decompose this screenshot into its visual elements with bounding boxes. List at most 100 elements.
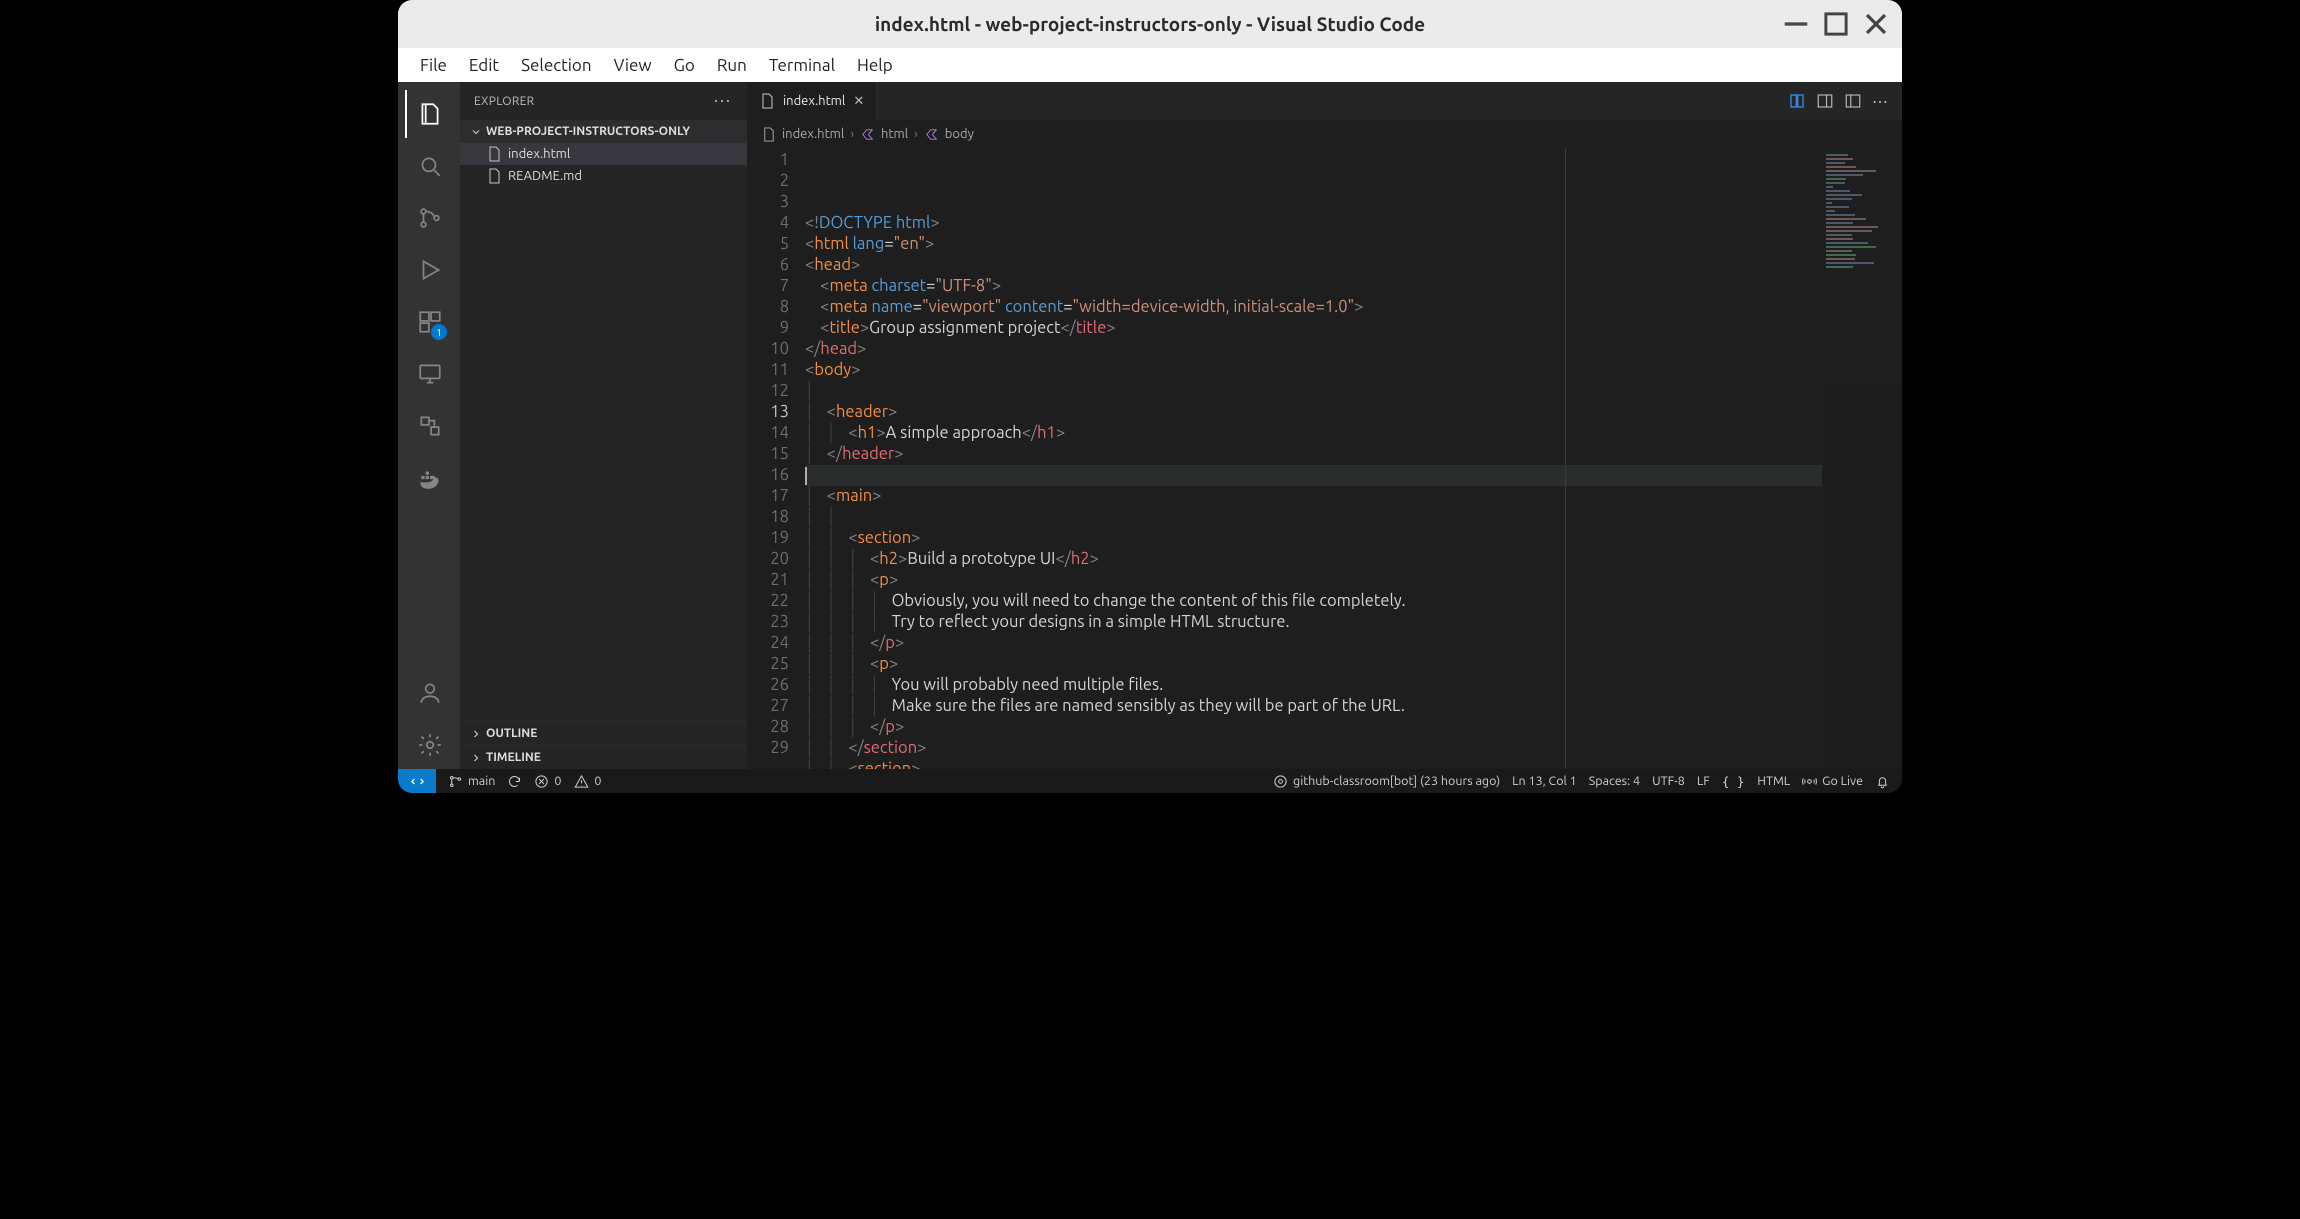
code-line-25[interactable]: │ │ │ </p> (805, 717, 1822, 738)
code-line-6[interactable]: <title>Group assignment project</title> (805, 318, 1822, 339)
close-button[interactable] (1858, 10, 1894, 38)
remote-explorer-icon[interactable] (405, 350, 453, 398)
accounts-icon[interactable] (405, 669, 453, 717)
breadcrumb-part[interactable]: body (945, 127, 974, 141)
tab-close-icon[interactable]: ✕ (853, 94, 864, 109)
menu-help[interactable]: Help (847, 52, 903, 79)
language-mode[interactable]: { } HTML (1722, 774, 1790, 789)
code-line-8[interactable]: <body> (805, 360, 1822, 381)
code-line-15[interactable]: │ │ (805, 507, 1822, 528)
line-gutter: 1234567891011121314151617181920212223242… (747, 148, 805, 769)
menu-run[interactable]: Run (707, 52, 757, 79)
code-line-24[interactable]: │ │ │ │ Make sure the files are named se… (805, 696, 1822, 717)
code-line-21[interactable]: │ │ │ </p> (805, 633, 1822, 654)
minimize-button[interactable] (1778, 10, 1814, 38)
file-icon (761, 127, 776, 142)
timeline-label: TIMELINE (486, 751, 541, 764)
code-line-9[interactable]: │ (805, 381, 1822, 402)
file-icon (486, 146, 502, 162)
code-line-22[interactable]: │ │ │ <p> (805, 654, 1822, 675)
code-line-4[interactable]: <meta charset="UTF-8"> (805, 276, 1822, 297)
code-line-2[interactable]: <html lang="en"> (805, 234, 1822, 255)
code-line-13[interactable] (805, 465, 1822, 486)
code-line-16[interactable]: │ │ <section> (805, 528, 1822, 549)
git-blame[interactable]: github-classroom[bot] (23 hours ago) (1273, 774, 1500, 789)
file-name: index.html (508, 147, 570, 161)
sidebar-more-icon[interactable]: ⋯ (713, 91, 733, 112)
symbol-icon (924, 127, 939, 142)
code-line-12[interactable]: │ </header> (805, 444, 1822, 465)
file-icon (486, 168, 502, 184)
menu-view[interactable]: View (604, 52, 662, 79)
code-line-18[interactable]: │ │ │ <p> (805, 570, 1822, 591)
code-line-26[interactable]: │ │ </section> (805, 738, 1822, 759)
settings-icon[interactable] (405, 721, 453, 769)
code-line-19[interactable]: │ │ │ │ Obviously, you will need to chan… (805, 591, 1822, 612)
indentation[interactable]: Spaces: 4 (1589, 774, 1640, 788)
compare-icon[interactable] (1788, 92, 1806, 110)
code-line-11[interactable]: │ │ <h1>A simple approach</h1> (805, 423, 1822, 444)
breadcrumb-part[interactable]: index.html (782, 127, 844, 141)
vscode-window: index.html - web-project-instructors-onl… (398, 0, 1902, 793)
go-live-label: Go Live (1822, 774, 1863, 788)
extensions-badge: 1 (431, 324, 447, 340)
code-line-23[interactable]: │ │ │ │ You will probably need multiple … (805, 675, 1822, 696)
code-line-14[interactable]: │ <main> (805, 486, 1822, 507)
timeline-section[interactable]: TIMELINE (460, 745, 747, 769)
file-README-md[interactable]: README.md (460, 165, 747, 187)
code-line-10[interactable]: │ <header> (805, 402, 1822, 423)
code-line-7[interactable]: </head> (805, 339, 1822, 360)
problems[interactable]: 0 0 (534, 774, 601, 789)
eol[interactable]: LF (1697, 774, 1710, 788)
minimap[interactable] (1822, 148, 1902, 769)
run-debug-icon[interactable] (405, 246, 453, 294)
code-line-20[interactable]: │ │ │ │ Try to reflect your designs in a… (805, 612, 1822, 633)
source-control-icon[interactable] (405, 194, 453, 242)
editor-ruler (1565, 148, 1566, 769)
docker-icon[interactable] (405, 454, 453, 502)
remote-button[interactable] (398, 769, 436, 793)
code-line-1[interactable]: <!DOCTYPE html> (805, 213, 1822, 234)
menu-selection[interactable]: Selection (511, 52, 602, 79)
menu-file[interactable]: File (410, 52, 457, 79)
folder-header[interactable]: WEB-PROJECT-INSTRUCTORS-ONLY (460, 120, 747, 143)
tab-index-html[interactable]: index.html ✕ (747, 82, 877, 120)
editor-more-icon[interactable]: ⋯ (1872, 92, 1890, 111)
search-icon[interactable] (405, 142, 453, 190)
code-line-27[interactable]: │ │ <section> (805, 759, 1822, 769)
breadcrumbs[interactable]: index.html › html › body (747, 120, 1902, 148)
encoding[interactable]: UTF-8 (1652, 774, 1685, 788)
code-line-5[interactable]: <meta name="viewport" content="width=dev… (805, 297, 1822, 318)
menu-edit[interactable]: Edit (459, 52, 509, 79)
split-right-icon[interactable] (1816, 92, 1834, 110)
code-line-3[interactable]: <head> (805, 255, 1822, 276)
outline-label: OUTLINE (486, 727, 537, 740)
activity-bar: 1 (398, 82, 460, 769)
chevron-right-icon: › (914, 127, 918, 141)
sync-button[interactable] (507, 774, 522, 789)
cursor-position[interactable]: Ln 13, Col 1 (1512, 774, 1577, 788)
git-branch[interactable]: main (448, 774, 495, 789)
code-editor[interactable]: 1234567891011121314151617181920212223242… (747, 148, 1902, 769)
outline-section[interactable]: OUTLINE (460, 721, 747, 745)
code-line-17[interactable]: │ │ │ <h2>Build a prototype UI</h2> (805, 549, 1822, 570)
file-index-html[interactable]: index.html (460, 143, 747, 165)
menu-go[interactable]: Go (664, 52, 705, 79)
maximize-button[interactable] (1818, 10, 1854, 38)
database-icon[interactable] (405, 402, 453, 450)
chevron-down-icon (470, 126, 482, 138)
explorer-icon[interactable] (405, 90, 453, 138)
sidebar-title: EXPLORER (474, 95, 534, 108)
notifications-icon[interactable] (1875, 774, 1890, 789)
warnings-count: 0 (594, 774, 601, 788)
extensions-icon[interactable]: 1 (405, 298, 453, 346)
status-bar: main 0 0 github-classroom[bot] (23 hours… (398, 769, 1902, 793)
go-live[interactable]: Go Live (1802, 774, 1863, 789)
menu-terminal[interactable]: Terminal (759, 52, 845, 79)
breadcrumb-part[interactable]: html (881, 127, 908, 141)
layout-icon[interactable] (1844, 92, 1862, 110)
code-content[interactable]: <!DOCTYPE html><html lang="en"><head> <m… (805, 148, 1822, 769)
file-icon (759, 93, 775, 109)
errors-count: 0 (554, 774, 561, 788)
window-title: index.html - web-project-instructors-onl… (875, 13, 1425, 35)
